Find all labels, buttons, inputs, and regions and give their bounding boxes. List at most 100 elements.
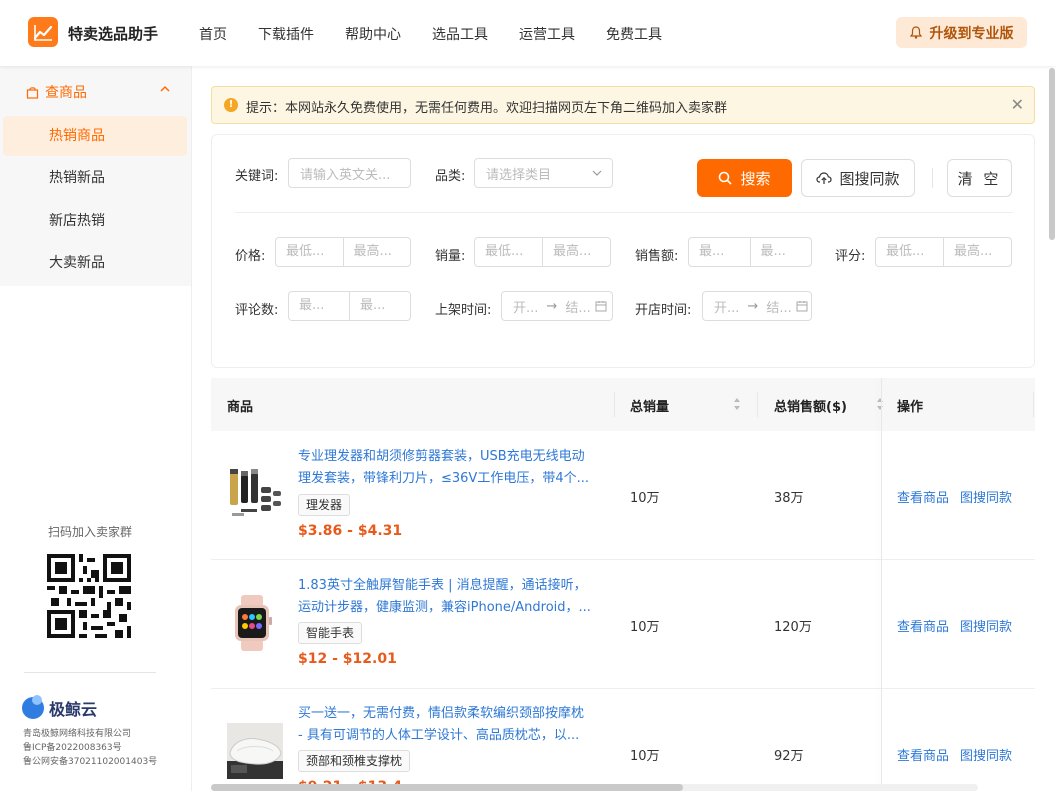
sales-max-input[interactable]: 最高... [542,238,610,266]
sidebar-item-hot-products[interactable]: 热销商品 [3,116,187,156]
button-separator [932,168,933,188]
search-label: 搜索 [740,169,771,188]
main-nav: 首页 下载插件 帮助中心 选品工具 运营工具 免费工具 [199,24,693,44]
total-revenue-value: 38万 [774,491,804,506]
image-search-link[interactable]: 图搜同款 [960,616,1012,635]
search-icon [719,171,733,185]
nav-product-tools[interactable]: 选品工具 [432,24,488,44]
revenue-min-input[interactable]: 最... [689,238,750,266]
price-label: 价格: [235,249,266,264]
product-title-line: 专业理发器和胡须修剪器套装，USB充电无线电动 [298,449,585,464]
category-placeholder: 请选择类目 [486,167,552,183]
sort-icon[interactable] [876,397,884,411]
category-select[interactable]: 请选择类目 [474,158,613,188]
table-row: 买一送一，无需付费，情侣款柔软编织颈部按摩枕 - 具有可调节的人体工学设计、高品… [211,689,1035,791]
price-min-input[interactable]: 最低... [276,238,343,266]
calendar-icon [796,301,808,312]
column-total-revenue[interactable]: 总销售额($) [774,396,847,415]
company-name: 青岛极鲸网络科技有限公司 [23,729,132,739]
police-record[interactable]: 鲁公网安备37021102001403号 [23,754,157,767]
image-search-button[interactable]: 图搜同款 [801,159,915,197]
filter-divider [235,212,1013,213]
table-row: 1.83英寸全触屏智能手表 | 消息提醒，通话接听， 运动计步器，健康监测，兼容… [211,560,1035,689]
search-button[interactable]: 搜索 [697,159,792,197]
product-title[interactable]: 买一送一，无需付费，情侣款柔软编织颈部按摩枕 - 具有可调节的人体工学设计、高品… [298,703,598,747]
whale-logo-icon [22,695,44,719]
calendar-icon [595,301,607,312]
sort-icon[interactable] [733,397,741,411]
reviews-max-input[interactable]: 最... [349,292,410,320]
reviews-label: 评论数: [235,303,279,318]
horizontal-scrollbar[interactable] [211,784,978,791]
sidebar-group: 查商品 热销商品 热销新品 新店热销 大卖新品 [0,66,191,286]
product-table: 商品 总销量 总销售额($) 操作 专业理发器和胡须修剪器套装，USB充电无线电… [211,378,1035,791]
vertical-scrollbar-thumb[interactable] [1049,68,1055,240]
category-label: 品类: [435,169,466,184]
app-title[interactable]: 特卖选品助手 [68,23,158,44]
chart-logo-icon[interactable] [28,17,58,47]
revenue-range: 最... 最... [688,237,812,267]
category-tag: 理发器 [298,494,351,516]
product-image-smartwatch[interactable] [227,595,283,651]
rating-min-input[interactable]: 最低... [876,238,943,266]
total-sales-value: 10万 [630,491,660,506]
image-search-link[interactable]: 图搜同款 [960,487,1012,506]
upgrade-label: 升级到专业版 [929,25,1014,42]
shop-open-date-range[interactable]: 开... → 结... [702,291,812,321]
nav-operation-tools[interactable]: 运营工具 [519,24,575,44]
sidebar-group-header[interactable]: 查商品 [26,82,87,102]
listing-date-end: 结... [565,300,591,316]
product-image-neck-pillow[interactable] [227,723,283,779]
view-product-link[interactable]: 查看商品 [897,487,949,506]
price-range-value: $12 - $12.01 [298,651,397,667]
shopping-bag-icon [26,86,39,99]
chevron-up-icon[interactable] [160,85,170,93]
nav-help-center[interactable]: 帮助中心 [345,24,401,44]
total-sales-value: 10万 [630,749,660,764]
table-header: 商品 总销量 总销售额($) 操作 [211,378,1035,431]
cloud-upload-icon [816,172,833,184]
table-row: 专业理发器和胡须修剪器套装，USB充电无线电动 理发套装，带锋利刀片，≤36V工… [211,431,1035,560]
brand-logo[interactable]: 极鲸云 [22,695,98,720]
column-actions: 操作 [897,400,924,415]
nav-free-tools[interactable]: 免费工具 [606,24,662,44]
clear-button[interactable]: 清 空 [947,159,1012,197]
sidebar-divider [24,672,156,673]
product-image-hair-clipper[interactable] [227,465,283,521]
view-product-link[interactable]: 查看商品 [897,745,949,764]
listing-date-start: 开... [513,300,539,316]
price-max-input[interactable]: 最高... [342,238,411,266]
exclamation-icon: ! [224,98,238,112]
revenue-max-input[interactable]: 最... [749,238,812,266]
category-tag: 颈部和颈椎支撑枕 [298,750,411,772]
filter-panel: 关键词: 请输入英文关... 品类: 请选择类目 搜索 图搜同款 清 空 价格:… [211,134,1035,368]
sales-min-input[interactable]: 最低... [475,238,542,266]
listing-date-range[interactable]: 开... → 结... [501,291,613,321]
rating-max-input[interactable]: 最高... [943,238,1011,266]
view-product-link[interactable]: 查看商品 [897,616,949,635]
sidebar-item-new-shop-hot[interactable]: 新店热销 [0,201,191,241]
top-header: 特卖选品助手 首页 下载插件 帮助中心 选品工具 运营工具 免费工具 升级到专业… [0,0,1055,66]
shop-date-start: 开... [714,300,740,316]
horizontal-scrollbar-thumb[interactable] [211,784,683,791]
brand-name: 极鲸云 [49,700,98,719]
keyword-input[interactable]: 请输入英文关... [288,158,411,188]
product-title-line: - 具有可调节的人体工学设计、高品质枕芯，以... [298,728,580,743]
sidebar-item-hot-new[interactable]: 热销新品 [0,158,191,198]
close-icon[interactable]: ✕ [1011,95,1024,114]
total-sales-value: 10万 [630,620,660,635]
product-title[interactable]: 1.83英寸全触屏智能手表 | 消息提醒，通话接听， 运动计步器，健康监测，兼容… [298,575,598,619]
sidebar-item-big-seller-new[interactable]: 大卖新品 [0,243,191,283]
nav-download-plugin[interactable]: 下载插件 [258,24,314,44]
reviews-min-input[interactable]: 最... [289,292,349,320]
nav-home[interactable]: 首页 [199,24,227,44]
column-separator [757,392,758,417]
product-title-line: 1.83英寸全触屏智能手表 | 消息提醒，通话接听， [298,578,587,593]
image-search-link[interactable]: 图搜同款 [960,745,1012,764]
product-title[interactable]: 专业理发器和胡须修剪器套装，USB充电无线电动 理发套装，带锋利刀片，≤36V工… [298,446,598,490]
icp-record[interactable]: 鲁ICP备2022008363号 [23,740,122,753]
column-total-sales[interactable]: 总销量 [630,396,669,415]
bell-icon [909,26,922,39]
upgrade-button[interactable]: 升级到专业版 [896,17,1027,48]
arrow-right-icon: → [747,298,759,314]
